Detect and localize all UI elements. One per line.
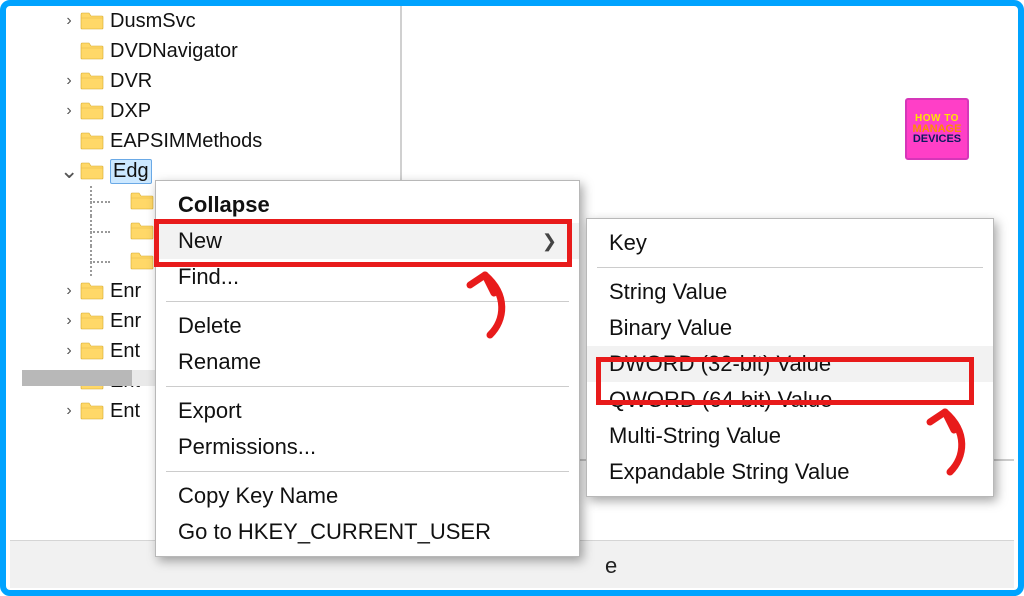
submenu-item-qword[interactable]: QWORD (64-bit) Value xyxy=(587,382,993,418)
folder-icon xyxy=(130,252,154,270)
chevron-right-icon[interactable]: › xyxy=(60,72,78,90)
menu-separator xyxy=(166,301,569,302)
tree-item[interactable]: › DXP xyxy=(10,96,400,126)
scrollbar-thumb[interactable] xyxy=(22,370,132,386)
tree-item-label: DXP xyxy=(110,100,151,123)
folder-icon xyxy=(130,222,154,240)
context-item-find[interactable]: Find... xyxy=(156,259,579,295)
tree-item[interactable]: › DVR xyxy=(10,66,400,96)
chevron-right-icon[interactable]: › xyxy=(60,312,78,330)
tree-item-label: Enr xyxy=(110,280,141,303)
submenu-item-key[interactable]: Key xyxy=(587,225,993,261)
folder-icon xyxy=(80,132,104,150)
folder-icon xyxy=(80,162,104,180)
chevron-right-icon[interactable]: › xyxy=(60,342,78,360)
context-submenu-new: Key String Value Binary Value DWORD (32-… xyxy=(586,218,994,497)
tree-item[interactable]: ›EAPSIMMethods xyxy=(10,126,400,156)
context-item-rename[interactable]: Rename xyxy=(156,344,579,380)
context-item-permissions[interactable]: Permissions... xyxy=(156,429,579,465)
submenu-item-expandable[interactable]: Expandable String Value xyxy=(587,454,993,490)
watermark-logo: HOW TO MANAGE DEVICES xyxy=(905,98,969,160)
tree-item[interactable]: › DusmSvc xyxy=(10,6,400,36)
folder-icon xyxy=(80,12,104,30)
chevron-right-icon[interactable]: › xyxy=(60,102,78,120)
folder-icon xyxy=(80,42,104,60)
status-bar-fragment: e xyxy=(605,553,617,579)
tree-item[interactable]: ›DVDNavigator xyxy=(10,36,400,66)
menu-separator xyxy=(597,267,983,268)
context-menu: Collapse New ❯ Find... Delete Rename Exp… xyxy=(155,180,580,557)
menu-separator xyxy=(166,386,569,387)
tree-item-label: DusmSvc xyxy=(110,10,196,33)
folder-icon xyxy=(80,72,104,90)
tree-item-label: Enr xyxy=(110,310,141,333)
menu-separator xyxy=(166,471,569,472)
folder-icon xyxy=(80,102,104,120)
chevron-right-icon[interactable]: › xyxy=(60,12,78,30)
submenu-item-binary[interactable]: Binary Value xyxy=(587,310,993,346)
tree-item-label: DVR xyxy=(110,70,152,93)
submenu-item-multistring[interactable]: Multi-String Value xyxy=(587,418,993,454)
chevron-right-icon: ❯ xyxy=(542,231,557,252)
context-item-copy-key[interactable]: Copy Key Name xyxy=(156,478,579,514)
chevron-down-icon[interactable]: ⌄ xyxy=(60,166,78,176)
tree-item-label: DVDNavigator xyxy=(110,40,238,63)
tree-item-label: EAPSIMMethods xyxy=(110,130,262,153)
context-item-new[interactable]: New ❯ xyxy=(156,223,579,259)
tree-item-label: Ent xyxy=(110,340,140,363)
tree-item-label: Ent xyxy=(110,400,140,423)
chevron-right-icon[interactable]: › xyxy=(60,402,78,420)
context-item-export[interactable]: Export xyxy=(156,393,579,429)
folder-icon xyxy=(80,342,104,360)
chevron-right-icon[interactable]: › xyxy=(60,282,78,300)
submenu-item-string[interactable]: String Value xyxy=(587,274,993,310)
folder-icon xyxy=(80,312,104,330)
context-item-goto[interactable]: Go to HKEY_CURRENT_USER xyxy=(156,514,579,550)
context-item-delete[interactable]: Delete xyxy=(156,308,579,344)
folder-icon xyxy=(80,402,104,420)
context-item-collapse[interactable]: Collapse xyxy=(156,187,579,223)
folder-icon xyxy=(80,282,104,300)
tree-item-label: Edg xyxy=(110,159,152,184)
folder-icon xyxy=(130,192,154,210)
submenu-item-dword[interactable]: DWORD (32-bit) Value xyxy=(587,346,993,382)
